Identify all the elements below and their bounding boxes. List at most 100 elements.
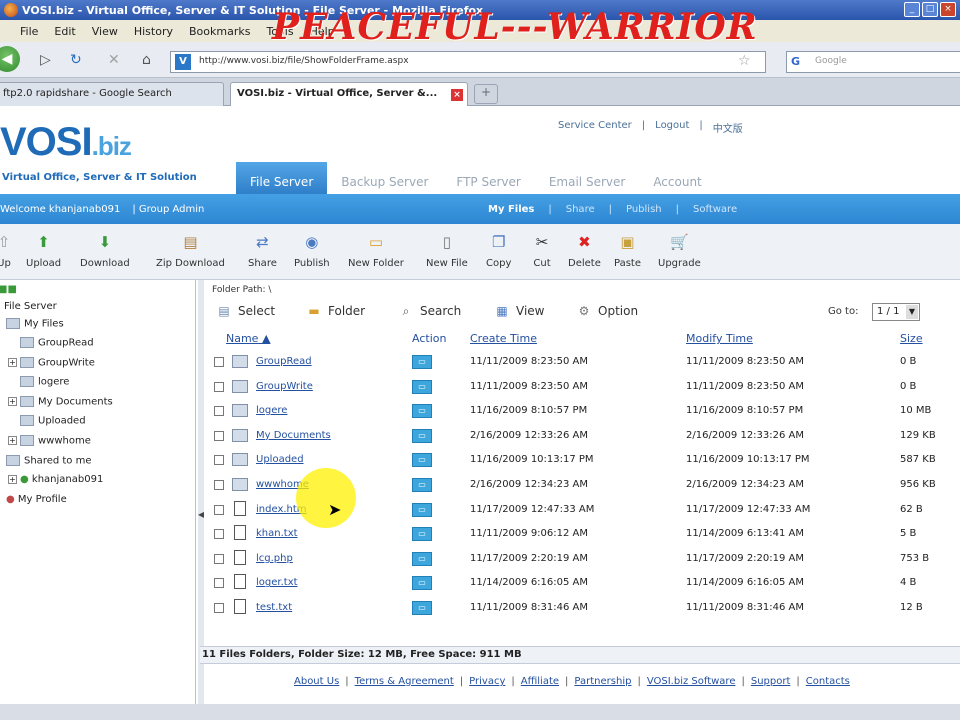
action-icon[interactable]: ▭ [412,527,432,542]
bookmark-star-icon[interactable]: ☆ [738,53,751,69]
new-tab-button[interactable]: + [474,84,498,104]
table-row[interactable]: lcg.php ▭ 11/17/2009 2:20:19 AM 11/17/2009 … [204,549,960,573]
table-row[interactable]: My Documents ▭ 2/16/2009 12:33:26 AM 2/16/2… [204,426,960,450]
cut-button[interactable]: ✂ Cut [532,232,552,269]
tree-root[interactable]: ■■ [0,284,17,295]
tab-google-search[interactable]: ftp2.0 rapidshare - Google Search [0,82,224,106]
stop-icon[interactable]: ✕ [108,52,120,68]
tree-item-shared[interactable]: Shared to me [6,455,92,467]
footer-about-link[interactable]: About Us [294,676,339,687]
subtab-my-files[interactable]: My Files [488,204,534,215]
action-icon[interactable]: ▭ [412,478,432,492]
option-button[interactable]: ⚙ Option [576,304,638,318]
file-name-link[interactable]: khan.txt [256,528,298,539]
tree-item-logere[interactable]: logere [20,376,69,388]
row-checkbox[interactable] [214,357,224,367]
subtab-software[interactable]: Software [693,204,737,215]
up-button[interactable]: ⇧ Up [0,232,14,269]
row-checkbox[interactable] [214,455,224,466]
forward-icon[interactable]: ▷ [40,52,51,68]
footer-privacy-link[interactable]: Privacy [469,676,505,687]
logout-link[interactable]: Logout [655,120,689,135]
minimize-button[interactable]: _ [904,2,920,17]
delete-button[interactable]: ✖ Delete [568,232,601,269]
home-icon[interactable]: ⌂ [142,52,151,68]
table-row[interactable]: GroupRead ▭ 11/11/2009 8:23:50 AM 11/11/200… [204,352,960,376]
action-icon[interactable]: ▭ [412,576,432,591]
row-checkbox[interactable] [214,553,224,564]
expand-icon[interactable]: + [8,358,17,367]
tree-item-my-files[interactable]: My Files [6,318,64,330]
table-row[interactable]: test.txt ▭ 11/11/2009 8:31:46 AM 11/11/2009… [204,598,960,622]
footer-support-link[interactable]: Support [751,676,791,687]
table-row[interactable]: logere ▭ 11/16/2009 8:10:57 PM 11/16/2009 8… [204,401,960,425]
action-icon[interactable]: ▭ [412,453,432,468]
file-name-link[interactable]: test.txt [256,602,292,613]
table-row[interactable]: GroupWrite ▭ 11/11/2009 8:23:50 AM 11/11/20… [204,377,960,401]
service-center-link[interactable]: Service Center [558,120,632,135]
tab-backup-server[interactable]: Backup Server [327,162,442,194]
table-row[interactable]: khan.txt ▭ 11/11/2009 9:06:12 AM 11/14/2009… [204,524,960,548]
menu-bookmarks[interactable]: Bookmarks [189,25,250,42]
tree-item-uploaded[interactable]: Uploaded [20,415,86,427]
expand-icon[interactable]: + [8,436,17,445]
action-icon[interactable]: ▭ [412,601,432,615]
search-input[interactable]: G Google [786,51,960,73]
paste-button[interactable]: ▣ Paste [614,232,641,269]
download-button[interactable]: ⬇ Download [80,232,130,269]
tree-item-shared-user[interactable]: + ● khanjanab091 [8,474,103,485]
tab-account[interactable]: Account [639,162,715,194]
footer-contacts-link[interactable]: Contacts [806,676,850,687]
tree-item-my-documents[interactable]: + My Documents [8,396,113,408]
new-folder-button[interactable]: ▭ New Folder [348,232,404,269]
row-checkbox[interactable] [214,603,224,613]
tab-vosi[interactable]: VOSI.biz - Virtual Office, Server &... × [230,82,468,106]
row-checkbox[interactable] [214,406,224,417]
row-checkbox[interactable] [214,529,224,540]
action-icon[interactable]: ▭ [412,379,432,394]
site-logo[interactable]: VOSI.biz [0,120,132,165]
file-name-link[interactable]: Uploaded [256,454,304,465]
row-checkbox[interactable] [214,504,224,515]
folder-button[interactable]: ▬ Folder [306,304,365,318]
share-button[interactable]: ⇄ Share [248,232,277,269]
back-button[interactable]: ◀ [0,46,20,72]
url-input[interactable]: V http://www.vosi.biz/file/ShowFolderFra… [170,51,766,73]
file-name-link[interactable]: logere [256,405,287,416]
file-name-link[interactable]: GroupRead [256,356,312,367]
action-icon[interactable]: ▭ [412,428,432,443]
reload-icon[interactable]: ↻ [70,52,82,68]
row-checkbox[interactable] [214,430,224,441]
menu-history[interactable]: History [134,25,173,42]
search-button[interactable]: ⌕ Search [398,304,462,319]
publish-button[interactable]: ◉ Publish [294,232,330,269]
upgrade-button[interactable]: 🛒 Upgrade [658,232,701,269]
chinese-version-link[interactable]: 中文版 [713,120,743,135]
tab-ftp-server[interactable]: FTP Server [442,162,534,194]
file-name-link[interactable]: lcg.php [256,553,293,564]
maximize-button[interactable]: □ [922,2,938,17]
col-size[interactable]: Size [900,332,923,345]
subtab-share[interactable]: Share [566,204,595,215]
file-name-link[interactable]: loger.txt [256,577,298,588]
row-checkbox[interactable] [214,578,224,589]
col-name[interactable]: Name ▲ [226,332,270,345]
menu-edit[interactable]: Edit [54,25,75,42]
tab-file-server[interactable]: File Server [236,162,328,194]
new-file-button[interactable]: ▯ New File [426,232,468,269]
group-admin-link[interactable]: | Group Admin [132,204,204,215]
tree-item-groupread[interactable]: GroupRead [20,337,94,349]
col-modify-time[interactable]: Modify Time [686,332,753,345]
action-icon[interactable]: ▭ [412,404,432,419]
file-name-link[interactable]: My Documents [256,430,331,441]
footer-software-link[interactable]: VOSI.biz Software [647,676,736,687]
col-create-time[interactable]: Create Time [470,332,537,345]
expand-icon[interactable]: + [8,474,17,484]
file-name-link[interactable]: GroupWrite [256,381,313,392]
footer-affiliate-link[interactable]: Affiliate [521,676,559,687]
row-checkbox[interactable] [214,480,224,490]
tree-item-groupwrite[interactable]: + GroupWrite [8,357,95,369]
footer-partnership-link[interactable]: Partnership [574,676,631,687]
action-icon[interactable]: ▭ [412,502,432,517]
copy-button[interactable]: ❐ Copy [486,232,511,269]
